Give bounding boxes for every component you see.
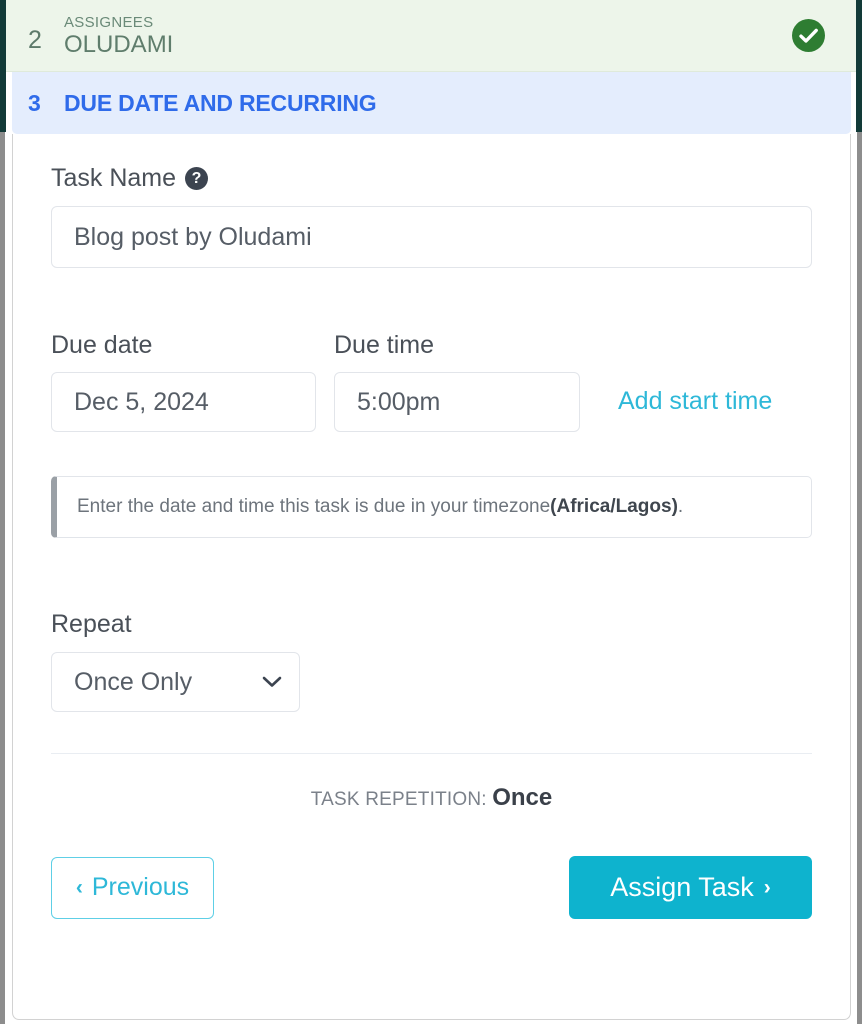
chevron-left-icon: ‹	[75, 876, 83, 899]
due-date-input[interactable]	[51, 372, 316, 432]
task-repetition-summary: TASK REPETITION: Once	[51, 784, 812, 812]
window-edge-right	[856, 0, 862, 132]
assign-task-button-label: Assign Task	[610, 872, 754, 902]
step-number-2: 2	[28, 26, 42, 54]
wizard-step-assignees[interactable]: 2 ASSIGNEES OLUDAMI	[6, 0, 857, 72]
add-start-time-container: Add start time	[580, 387, 812, 432]
wizard-footer-actions: ‹ Previous Assign Task ›	[51, 856, 812, 919]
due-date-panel: Task Name ? Due date Due time Add start …	[12, 134, 851, 1020]
page-scroll-edge-right	[857, 132, 862, 1024]
check-circle-icon	[792, 19, 825, 52]
task-name-field-group: Task Name ?	[51, 164, 812, 268]
question-mark-icon[interactable]: ?	[185, 167, 209, 190]
repeat-select-wrap: Once Only	[51, 652, 300, 712]
task-name-label-row: Task Name ?	[51, 164, 812, 193]
assign-task-button[interactable]: Assign Task ›	[569, 856, 812, 919]
timezone-hint-value: (Africa/Lagos)	[550, 496, 678, 517]
task-name-label: Task Name	[51, 164, 177, 192]
task-repetition-value: Once	[492, 784, 553, 811]
step-assignees-value: OLUDAMI	[64, 31, 174, 59]
app-viewport: 2 ASSIGNEES OLUDAMI 3 DUE DATE AND RECUR…	[0, 0, 862, 1024]
step-assignees-label: ASSIGNEES	[64, 13, 154, 31]
previous-button[interactable]: ‹ Previous	[51, 856, 214, 919]
due-time-label: Due time	[334, 331, 435, 359]
step-number-3: 3	[28, 89, 41, 116]
due-time-field-group: Due time	[334, 331, 580, 432]
chevron-right-icon: ›	[763, 876, 771, 899]
due-time-input[interactable]	[334, 372, 580, 432]
wizard-step-due-date-header[interactable]: 3 DUE DATE AND RECURRING	[12, 72, 851, 134]
due-date-field-group: Due date	[51, 331, 316, 432]
page-scroll-edge-left	[0, 132, 5, 1024]
repeat-field-group: Repeat Once Only	[51, 610, 812, 712]
step-due-date-title: DUE DATE AND RECURRING	[64, 89, 377, 116]
previous-button-label: Previous	[91, 873, 190, 901]
task-wizard-accordion: 2 ASSIGNEES OLUDAMI 3 DUE DATE AND RECUR…	[6, 0, 857, 1024]
step-assignees-text: ASSIGNEES OLUDAMI	[64, 13, 792, 58]
due-datetime-row: Due date Due time Add start time	[51, 331, 812, 432]
repeat-select[interactable]: Once Only	[51, 652, 300, 712]
task-name-input[interactable]	[51, 206, 812, 268]
timezone-hint-alert: Enter the date and time this task is due…	[51, 476, 812, 538]
add-start-time-link[interactable]: Add start time	[618, 387, 772, 415]
repeat-label: Repeat	[51, 610, 132, 638]
section-divider	[51, 753, 812, 754]
task-repetition-label: TASK REPETITION:	[310, 789, 493, 810]
window-edge-left	[0, 0, 6, 132]
timezone-hint-suffix: .	[677, 496, 684, 517]
due-date-label: Due date	[51, 331, 153, 359]
timezone-hint-text: Enter the date and time this task is due…	[77, 496, 551, 517]
